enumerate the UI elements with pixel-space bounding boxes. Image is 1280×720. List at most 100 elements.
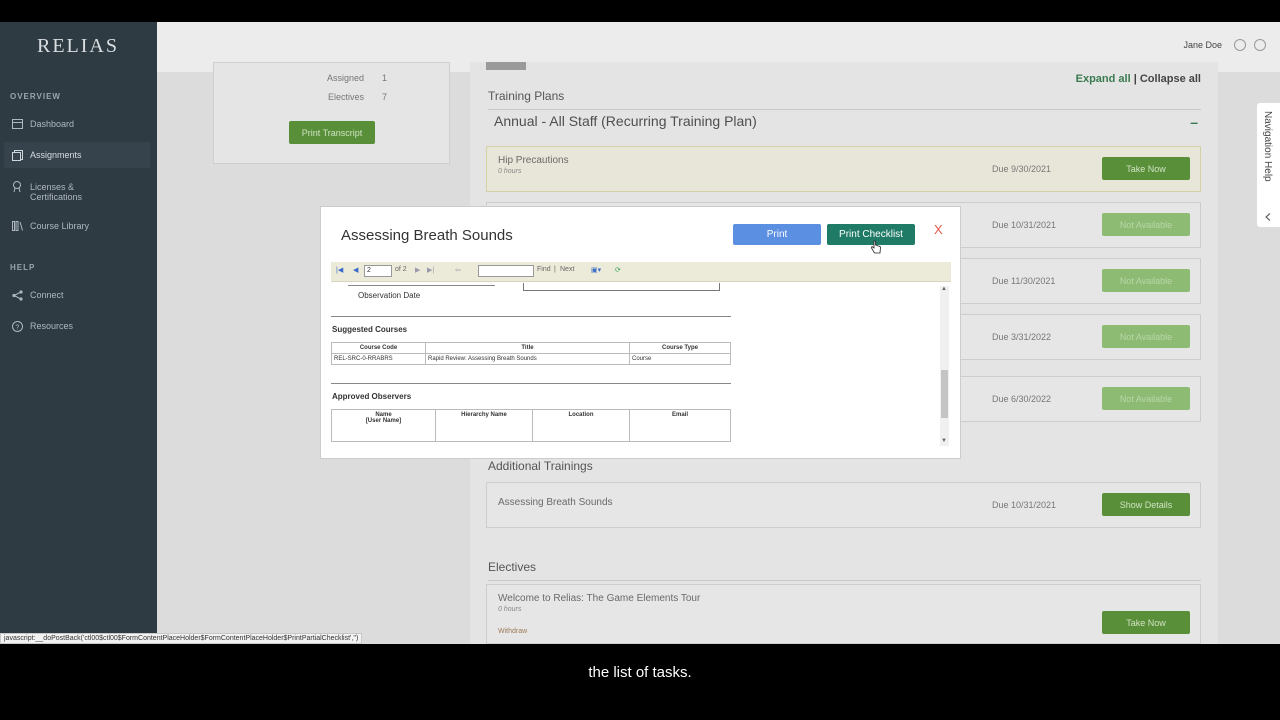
app-window: RELIAS OVERVIEW Dashboard Assignments Li… (0, 22, 1280, 644)
thumbnail (486, 62, 526, 70)
course-title[interactable]: Hip Precautions (498, 155, 569, 166)
scroll-down-icon[interactable]: ▼ (941, 438, 947, 444)
print-button[interactable]: Print (733, 224, 821, 245)
not-available-button: Not Available (1102, 269, 1190, 292)
suggested-courses-table: Course Code Title Course Type REL-SRC-0-… (331, 342, 731, 365)
electives-label: Electives (328, 92, 365, 102)
course-hours: 0 hours (498, 168, 522, 175)
course-title[interactable]: Welcome to Relias: The Game Elements Tou… (498, 593, 700, 604)
toolbar-separator: | (554, 266, 556, 273)
relias-logo[interactable]: RELIAS (37, 35, 119, 58)
electives-heading: Electives (488, 560, 537, 574)
table-row: REL-SRC-0-RRABRS Rapid Review: Assessing… (331, 353, 731, 365)
share-icon (11, 289, 23, 301)
divider (331, 383, 731, 384)
sidebar-item-label: Course Library (30, 221, 90, 231)
withdraw-link[interactable]: Withdraw (498, 628, 527, 635)
column-header: Course Code (331, 342, 426, 354)
additional-trainings-heading: Additional Trainings (488, 459, 593, 473)
approved-observers-table: Name [User Name] Hierarchy Name Location… (331, 409, 731, 442)
sidebar-item-dashboard[interactable]: Dashboard (4, 111, 150, 137)
electives-value: 7 (382, 92, 388, 102)
first-page-icon[interactable]: |◀ (336, 266, 343, 274)
sidebar-item-label: Resources (30, 321, 74, 331)
chevron-left-icon (1265, 213, 1271, 221)
refresh-icon[interactable]: ⟳ (615, 266, 621, 274)
divider (348, 285, 495, 286)
scrollbar-thumb[interactable] (941, 370, 948, 418)
table-cell: REL-SRC-0-RRABRS (331, 353, 426, 365)
course-hours: 0 hours (498, 606, 522, 613)
certifications-label: Certifications (30, 192, 83, 202)
find-input[interactable] (478, 265, 534, 277)
status-bar: javascript:__doPostBack('ctl00$ctl00$For… (0, 633, 363, 644)
sidebar-item-label: Licenses & Certifications (30, 182, 82, 202)
hand-cursor-icon (871, 240, 881, 254)
settings-icon[interactable] (1234, 39, 1246, 51)
take-now-button[interactable]: Take Now (1102, 611, 1190, 634)
scroll-up-icon[interactable]: ▲ (941, 286, 947, 292)
list-item: Welcome to Relias: The Game Elements Tou… (486, 584, 1201, 644)
divider (488, 580, 1201, 581)
take-now-button[interactable]: Take Now (1102, 157, 1190, 180)
collapse-all-link[interactable]: Collapse all (1140, 73, 1201, 85)
not-available-button: Not Available (1102, 387, 1190, 410)
sidebar-item-connect[interactable]: Connect (4, 282, 150, 308)
video-caption: the list of tasks. (588, 664, 692, 681)
library-icon (11, 220, 23, 232)
user-name[interactable]: Jane Doe (1183, 40, 1222, 50)
back-icon[interactable]: ⇦ (455, 266, 461, 274)
column-header: Location (532, 409, 630, 442)
course-title[interactable]: Assessing Breath Sounds (498, 497, 613, 508)
list-item: Hip Precautions 0 hours Due 9/30/2021 Ta… (486, 146, 1201, 192)
suggested-courses-heading: Suggested Courses (332, 325, 408, 334)
column-header: Title (425, 342, 630, 354)
last-page-icon[interactable]: ▶| (427, 266, 434, 274)
due-date: Due 10/31/2021 (992, 500, 1057, 510)
navigation-help-label: Navigation Help (1262, 111, 1273, 182)
report-scrollbar[interactable]: ▲ ▼ (940, 286, 949, 446)
column-header: Name [User Name] (331, 409, 436, 442)
overview-heading: OVERVIEW (10, 92, 61, 101)
report-viewer: Observation Date Suggested Courses Cours… (331, 283, 951, 449)
plan-title[interactable]: Annual - All Staff (Recurring Training P… (494, 113, 757, 129)
export-icon[interactable]: ▣▾ (591, 266, 601, 274)
expand-all-link[interactable]: Expand all (1076, 73, 1131, 85)
sidebar-item-course-library[interactable]: Course Library (4, 213, 150, 239)
certificate-icon (11, 180, 23, 192)
logout-icon[interactable] (1254, 39, 1266, 51)
sidebar-item-label: Connect (30, 290, 64, 300)
sidebar-item-resources[interactable]: ? Resources (4, 313, 150, 339)
not-available-button: Not Available (1102, 213, 1190, 236)
help-icon: ? (11, 320, 23, 332)
column-header: Course Type (629, 342, 731, 354)
transcript-card: Assigned 1 Electives 7 Print Transcript (213, 62, 450, 164)
close-icon[interactable]: X (934, 222, 943, 237)
sidebar-item-assignments[interactable]: Assignments (4, 142, 150, 168)
navigation-help-tab[interactable]: Navigation Help (1256, 102, 1280, 228)
divider (331, 316, 731, 317)
modal-title: Assessing Breath Sounds (341, 227, 513, 244)
assigned-label: Assigned (327, 73, 365, 83)
print-transcript-button[interactable]: Print Transcript (289, 121, 375, 144)
divider (488, 109, 1201, 110)
next-link[interactable]: Next (560, 266, 574, 273)
show-details-button[interactable]: Show Details (1102, 493, 1190, 516)
training-plans-heading: Training Plans (488, 89, 565, 103)
observation-date-label: Observation Date (358, 291, 421, 300)
page-number-input[interactable]: 2 (364, 265, 392, 277)
username-header: [User Name] (365, 418, 402, 424)
prev-page-icon[interactable]: ◀ (353, 266, 358, 274)
next-page-icon[interactable]: ▶ (415, 266, 420, 274)
licenses-label: Licenses & (30, 182, 75, 192)
due-date: Due 9/30/2021 (992, 164, 1052, 174)
report-toolbar: |◀ ◀ 2 of 2 ▶ ▶| ⇦ Find | Next ▣▾ ⟳ (331, 262, 951, 282)
table-cell: Course (629, 353, 731, 365)
sidebar-item-licenses[interactable]: Licenses & Certifications (4, 177, 150, 207)
collapse-plan-icon[interactable]: – (1190, 114, 1198, 130)
observation-date-box (523, 283, 720, 291)
find-link[interactable]: Find (537, 266, 551, 273)
due-date: Due 11/30/2021 (992, 276, 1056, 286)
assigned-value: 1 (382, 73, 388, 83)
svg-text:?: ? (15, 324, 19, 331)
